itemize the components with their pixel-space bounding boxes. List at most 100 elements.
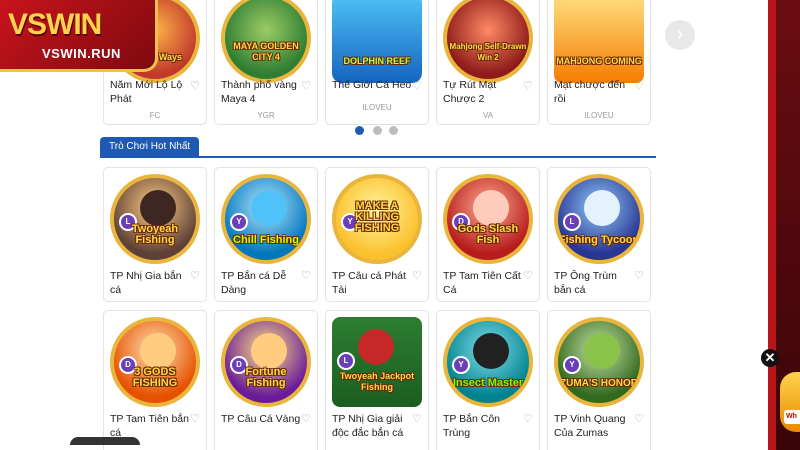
game-art-label: Insect Master bbox=[452, 377, 524, 389]
game-thumbnail: D 3 GODS FISHING bbox=[110, 317, 200, 407]
game-provider: ILOVEU bbox=[362, 103, 392, 112]
heart-icon[interactable]: ♡ bbox=[301, 412, 311, 425]
game-art-label: MAHJONG COMING bbox=[556, 56, 642, 66]
game-thumbnail: L Twoyeah Jackpot Fishing bbox=[332, 317, 422, 407]
game-title: TP Tam Tiên bắn cá bbox=[110, 413, 189, 439]
game-art-label: Fortune Fishing bbox=[245, 366, 287, 389]
game-title: TP Vinh Quang Của Zumas bbox=[554, 413, 626, 439]
heart-icon[interactable]: ♡ bbox=[190, 412, 200, 425]
game-card[interactable]: L Twoyeah Fishing TP Nhị Gia bắn cá ♡ bbox=[103, 167, 207, 302]
game-card[interactable]: D 3 GODS FISHING TP Tam Tiên bắn cá ♡ bbox=[103, 310, 207, 450]
logo-wordmark: VSWIN bbox=[8, 8, 102, 41]
chat-widget-tab[interactable] bbox=[70, 437, 140, 445]
game-card[interactable]: Y Chill Fishing TP Bắn cá Dễ Dàng ♡ bbox=[214, 167, 318, 302]
promo-label-fragment: Wh bbox=[784, 410, 800, 424]
game-art-label: MAYA GOLDEN CITY 4 bbox=[233, 41, 299, 62]
game-title: Năm Mới Lộ Lộ Phát bbox=[110, 79, 183, 105]
game-title: Thành phố vàng Maya 4 bbox=[221, 79, 297, 105]
game-thumbnail: D Fortune Fishing bbox=[221, 317, 311, 407]
provider-chip: Y bbox=[563, 356, 581, 374]
close-icon[interactable]: ✕ bbox=[761, 349, 779, 367]
game-thumbnail: MAHJONG COMING bbox=[554, 0, 644, 83]
character-art bbox=[473, 190, 509, 226]
game-title: Tự Rút Mạt Chược 2 bbox=[443, 79, 497, 105]
game-card[interactable]: Y Insect Master TP Bắn Côn Trùng ♡ bbox=[436, 310, 540, 450]
provider-chip: Y bbox=[230, 213, 248, 231]
game-card[interactable]: Y MAKE A KILLING FISHING TP Câu cá Phát … bbox=[325, 167, 429, 302]
game-thumbnail: Mahjong Self-Drawn Win 2 bbox=[443, 0, 533, 83]
game-card[interactable]: MAHJONG COMING Mạt chược đến rồi ♡ ILOVE… bbox=[547, 0, 651, 125]
character-art bbox=[251, 333, 287, 369]
chevron-right-icon[interactable]: › bbox=[665, 20, 695, 50]
game-card[interactable]: D Gods Slash Fish TP Tam Tiên Cất Cá ♡ bbox=[436, 167, 540, 302]
character-art bbox=[140, 333, 176, 369]
game-thumbnail: D Gods Slash Fish bbox=[443, 174, 533, 264]
character-art bbox=[251, 190, 287, 226]
heart-icon[interactable]: ♡ bbox=[301, 269, 311, 282]
game-title: TP Bắn cá Dễ Dàng bbox=[221, 270, 287, 296]
game-provider: YGR bbox=[257, 111, 275, 120]
game-provider: FC bbox=[149, 111, 161, 120]
game-art-label: DOLPHIN REEF bbox=[343, 56, 411, 66]
character-art bbox=[358, 329, 394, 365]
game-title: TP Nhị Gia bắn cá bbox=[110, 270, 182, 296]
game-card[interactable]: Mahjong Self-Drawn Win 2 Tự Rút Mạt Chượ… bbox=[436, 0, 540, 125]
pagination-dot[interactable] bbox=[373, 126, 382, 135]
pagination-dot-active[interactable] bbox=[355, 126, 364, 135]
heart-icon[interactable]: ♡ bbox=[634, 79, 644, 92]
game-card[interactable]: L Twoyeah Jackpot Fishing TP Nhị Gia giả… bbox=[325, 310, 429, 450]
heart-icon[interactable]: ♡ bbox=[190, 269, 200, 282]
heart-icon[interactable]: ♡ bbox=[190, 79, 200, 92]
pagination-dot[interactable] bbox=[389, 126, 398, 135]
game-thumbnail: Y Chill Fishing bbox=[221, 174, 311, 264]
heart-icon[interactable]: ♡ bbox=[523, 412, 533, 425]
game-thumbnail: Y MAKE A KILLING FISHING bbox=[332, 174, 422, 264]
heart-icon[interactable]: ♡ bbox=[412, 412, 422, 425]
heart-icon[interactable]: ♡ bbox=[634, 269, 644, 282]
character-art bbox=[584, 190, 620, 226]
character-art bbox=[584, 333, 620, 369]
game-title: TP Câu Cá Vàng bbox=[221, 413, 301, 425]
game-card[interactable]: Y ZUMA'S HONOR TP Vinh Quang Của Zumas ♡ bbox=[547, 310, 651, 450]
heart-icon[interactable]: ♡ bbox=[412, 79, 422, 92]
game-title: Thế Giới Cá Heo bbox=[332, 79, 412, 91]
provider-chip: L bbox=[337, 352, 355, 370]
game-thumbnail: DOLPHIN REEF bbox=[332, 0, 422, 83]
heart-icon[interactable]: ♡ bbox=[412, 269, 422, 282]
site-logo[interactable]: VSWIN VSWIN.RUN bbox=[0, 0, 158, 72]
game-art-label: Mahjong Self-Drawn Win 2 bbox=[449, 42, 527, 62]
game-title: TP Bắn Côn Trùng bbox=[443, 413, 501, 439]
game-title: TP Câu cá Phát Tài bbox=[332, 270, 406, 296]
game-provider: ILOVEU bbox=[584, 111, 614, 120]
heart-icon[interactable]: ♡ bbox=[634, 412, 644, 425]
heart-icon[interactable]: ♡ bbox=[523, 79, 533, 92]
game-card[interactable]: L Fishing Tycoon TP Ông Trùm bắn cá ♡ bbox=[547, 167, 651, 302]
provider-chip: Y bbox=[452, 356, 470, 374]
logo-domain: VSWIN.RUN bbox=[42, 46, 121, 61]
heart-icon[interactable]: ♡ bbox=[523, 269, 533, 282]
game-art-label: Chill Fishing bbox=[233, 234, 299, 246]
provider-chip: L bbox=[563, 213, 581, 231]
game-thumbnail: MAYA GOLDEN CITY 4 bbox=[221, 0, 311, 83]
game-card[interactable]: DOLPHIN REEF Thế Giới Cá Heo ♡ ILOVEU bbox=[325, 0, 429, 125]
game-art-label: Fishing Tycoon bbox=[558, 234, 640, 246]
game-art-label: Gods Slash Fish bbox=[457, 223, 519, 246]
game-thumbnail: Y Insect Master bbox=[443, 317, 533, 407]
character-art bbox=[140, 190, 176, 226]
game-thumbnail: L Fishing Tycoon bbox=[554, 174, 644, 264]
section-title[interactable]: Trò Chơi Hot Nhất bbox=[100, 137, 200, 157]
game-thumbnail: Y ZUMA'S HONOR bbox=[554, 317, 644, 407]
game-art-label: 3 GODS FISHING bbox=[132, 366, 178, 389]
heart-icon[interactable]: ♡ bbox=[301, 79, 311, 92]
game-art-label: Twoyeah Fishing bbox=[131, 223, 179, 246]
game-title: TP Tam Tiên Cất Cá bbox=[443, 270, 521, 296]
game-title: TP Ông Trùm bắn cá bbox=[554, 270, 617, 296]
game-art-label: Twoyeah Jackpot Fishing bbox=[339, 371, 415, 392]
game-title: TP Nhị Gia giải độc đắc bắn cá bbox=[332, 413, 404, 439]
game-card[interactable]: D Fortune Fishing TP Câu Cá Vàng ♡ bbox=[214, 310, 318, 450]
game-art-label: MAKE A KILLING FISHING bbox=[354, 200, 400, 234]
game-art-label: ZUMA'S HONOR bbox=[560, 378, 638, 389]
game-card[interactable]: MAYA GOLDEN CITY 4 Thành phố vàng Maya 4… bbox=[214, 0, 318, 125]
section-divider bbox=[100, 156, 656, 158]
game-title: Mạt chược đến rồi bbox=[554, 79, 626, 105]
